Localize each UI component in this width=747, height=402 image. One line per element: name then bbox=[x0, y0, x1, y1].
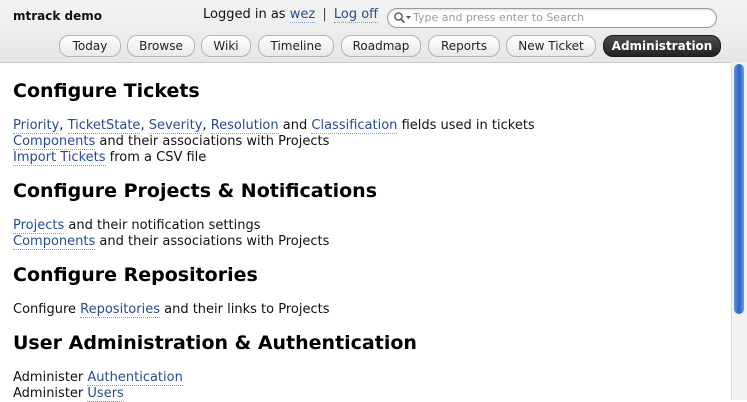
app-title[interactable]: mtrack demo bbox=[13, 9, 102, 23]
tab-wiki[interactable]: Wiki bbox=[201, 35, 251, 57]
heading-configure-repositories: Configure Repositories bbox=[13, 264, 258, 286]
tab-administration[interactable]: Administration bbox=[603, 35, 721, 57]
projects-text: and their notification settings bbox=[68, 218, 261, 233]
administer-text-1: Administer bbox=[13, 370, 84, 385]
logoff-link[interactable]: Log off bbox=[333, 7, 379, 23]
tab-timeline[interactable]: Timeline bbox=[258, 35, 334, 57]
configure-text: Configure bbox=[13, 302, 77, 317]
components-link-2[interactable]: Components bbox=[13, 234, 96, 250]
priority-link[interactable]: Priority bbox=[13, 118, 60, 134]
components-link[interactable]: Components bbox=[13, 134, 96, 150]
administer-text-2: Administer bbox=[13, 386, 84, 401]
tab-roadmap[interactable]: Roadmap bbox=[341, 35, 421, 57]
comma-1: , bbox=[59, 118, 64, 133]
tickets-components-line: Components and their associations with P… bbox=[13, 134, 329, 150]
authentication-line: Administer Authentication bbox=[13, 370, 183, 386]
tickets-fields-line: Priority, TicketState, Severity, Resolut… bbox=[13, 118, 535, 134]
tab-reports[interactable]: Reports bbox=[428, 35, 500, 57]
login-prefix: Logged in as bbox=[203, 7, 286, 22]
tickets-import-line: Import Tickets from a CSV file bbox=[13, 150, 206, 166]
classification-link[interactable]: Classification bbox=[311, 118, 398, 134]
ticketstate-link[interactable]: TicketState bbox=[67, 118, 141, 134]
tab-browse[interactable]: Browse bbox=[127, 35, 195, 57]
scrollbar-thumb[interactable] bbox=[734, 64, 744, 314]
search-icon[interactable] bbox=[393, 11, 413, 25]
heading-user-administration: User Administration & Authentication bbox=[13, 332, 417, 354]
login-separator: | bbox=[322, 7, 327, 22]
severity-link[interactable]: Severity bbox=[148, 118, 203, 134]
resolution-link[interactable]: Resolution bbox=[210, 118, 279, 134]
comma-2: , bbox=[140, 118, 145, 133]
vertical-scrollbar[interactable] bbox=[731, 62, 747, 400]
search-input[interactable] bbox=[413, 10, 703, 25]
comma-3: , bbox=[202, 118, 207, 133]
projects-line: Projects and their notification settings bbox=[13, 218, 261, 234]
heading-configure-tickets: Configure Tickets bbox=[13, 80, 200, 102]
tab-today[interactable]: Today bbox=[59, 35, 121, 57]
fields-text: fields used in tickets bbox=[401, 118, 535, 133]
login-status: Logged in as wez | Log off bbox=[203, 7, 379, 23]
heading-configure-projects: Configure Projects & Notifications bbox=[13, 180, 378, 202]
top-header: mtrack demo Logged in as wez | Log off T… bbox=[0, 0, 747, 63]
import-tickets-link[interactable]: Import Tickets bbox=[13, 150, 106, 166]
authentication-link[interactable]: Authentication bbox=[87, 370, 183, 386]
search-box[interactable] bbox=[387, 8, 717, 28]
projects-link[interactable]: Projects bbox=[13, 218, 65, 234]
repositories-line: Configure Repositories and their links t… bbox=[13, 302, 329, 318]
components-text: and their associations with Projects bbox=[99, 134, 330, 149]
and-text: and bbox=[282, 118, 308, 133]
username-link[interactable]: wez bbox=[289, 7, 316, 23]
projects-components-line: Components and their associations with P… bbox=[13, 234, 329, 250]
import-text: from a CSV file bbox=[109, 150, 207, 165]
repositories-link[interactable]: Repositories bbox=[80, 302, 160, 318]
repositories-text: and their links to Projects bbox=[164, 302, 330, 317]
tab-new-ticket[interactable]: New Ticket bbox=[506, 35, 596, 57]
components-text-2: and their associations with Projects bbox=[99, 234, 330, 249]
